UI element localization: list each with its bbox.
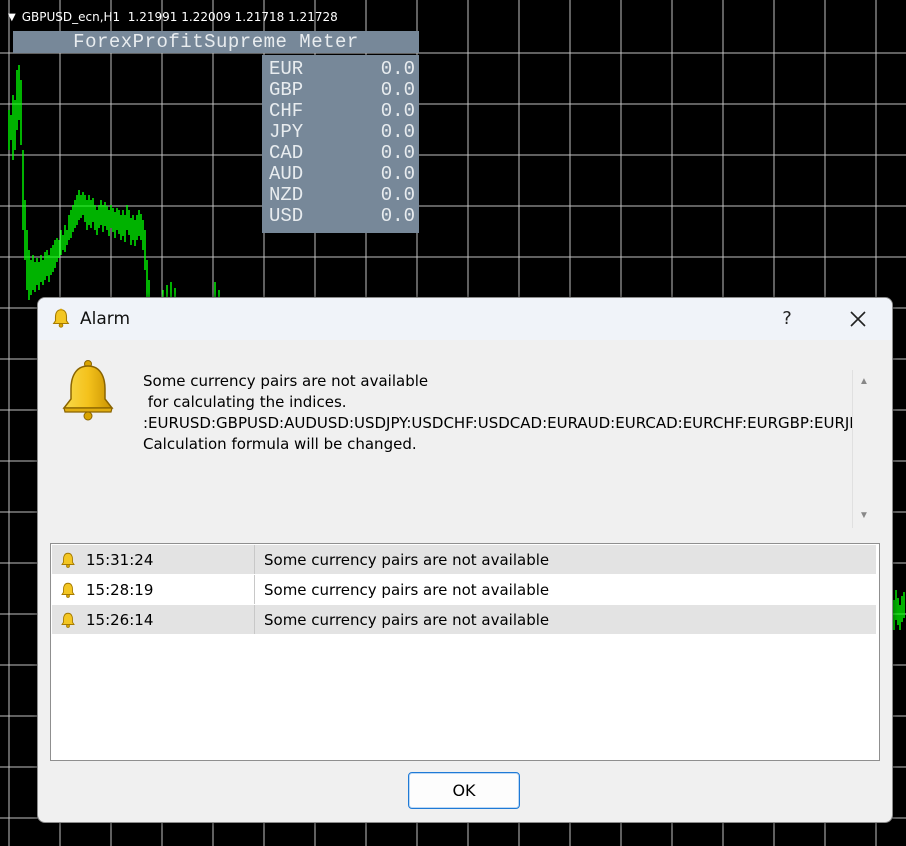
log-row[interactable]: 15:26:14 Some currency pairs are not ava… <box>52 605 876 634</box>
message-scrollbar[interactable]: ▲ ▼ <box>852 370 878 528</box>
log-row[interactable]: 15:31:24 Some currency pairs are not ava… <box>52 545 876 574</box>
meter-row-cad: CAD 0.0 <box>262 143 419 164</box>
meter-currency: JPY <box>269 121 304 143</box>
meter-row-jpy: JPY 0.0 <box>262 122 419 143</box>
dropdown-triangle-icon[interactable]: ▼ <box>8 12 16 23</box>
meter-value: 0.0 <box>380 58 415 80</box>
meter-title: ForexProfitSupreme Meter <box>13 31 419 53</box>
alarm-message: Some currency pairs are not available fo… <box>143 371 853 461</box>
bell-icon <box>61 582 75 598</box>
dialog-titlebar[interactable]: Alarm ? <box>38 298 892 340</box>
dialog-title: Alarm <box>80 309 131 329</box>
bell-icon <box>52 308 70 328</box>
symbol-header[interactable]: ▼ GBPUSD_ecn,H1 1.21991 1.22009 1.21718 … <box>8 10 338 24</box>
meter-value: 0.0 <box>380 142 415 164</box>
meter-value: 0.0 <box>380 100 415 122</box>
alarm-bell-icon <box>62 360 114 421</box>
meter-row-chf: CHF 0.0 <box>262 101 419 122</box>
close-button[interactable] <box>838 298 878 340</box>
meter-value: 0.0 <box>380 121 415 143</box>
meter-value: 0.0 <box>380 184 415 206</box>
meter-currency: AUD <box>269 163 304 185</box>
log-time-cell: 15:28:19 <box>52 575 255 604</box>
log-time: 15:31:24 <box>86 550 154 569</box>
meter-row-nzd: NZD 0.0 <box>262 185 419 206</box>
scroll-up-arrow-icon[interactable]: ▲ <box>859 376 869 387</box>
bell-icon <box>61 552 75 568</box>
log-time: 15:28:19 <box>86 580 154 599</box>
meter-value: 0.0 <box>380 79 415 101</box>
log-time-cell: 15:26:14 <box>52 605 255 634</box>
alarm-log-list[interactable]: 15:31:24 Some currency pairs are not ava… <box>50 543 880 761</box>
meter-currency: GBP <box>269 79 304 101</box>
meter-value: 0.0 <box>380 163 415 185</box>
log-time: 15:26:14 <box>86 610 154 629</box>
scroll-down-arrow-icon[interactable]: ▼ <box>859 510 869 521</box>
message-line: Calculation formula will be changed. <box>143 435 417 453</box>
message-line: for calculating the indices. <box>143 393 347 411</box>
alarm-dialog: Alarm ? Some currency pairs are not avai… <box>37 297 893 823</box>
ok-button[interactable]: OK <box>408 772 520 809</box>
symbol-info: GBPUSD_ecn,H1 1.21991 1.22009 1.21718 1.… <box>21 10 338 24</box>
message-line: :EURUSD:GBPUSD:AUDUSD:USDJPY:USDCHF:USDC… <box>143 414 853 432</box>
meter-row-eur: EUR 0.0 <box>262 59 419 80</box>
meter-currency: CHF <box>269 100 304 122</box>
meter-currency: USD <box>269 205 304 227</box>
bell-icon <box>61 612 75 628</box>
log-message: Some currency pairs are not available <box>264 550 550 569</box>
help-button[interactable]: ? <box>770 298 804 340</box>
meter-row-gbp: GBP 0.0 <box>262 80 419 101</box>
message-line: Some currency pairs are not available <box>143 372 429 390</box>
log-message: Some currency pairs are not available <box>264 610 550 629</box>
scrollbar-track <box>852 370 853 528</box>
meter-table: EUR 0.0 GBP 0.0 CHF 0.0 JPY 0.0 CAD 0.0 AUD 0.… <box>262 55 419 233</box>
meter-row-usd: USD 0.0 <box>262 206 419 227</box>
meter-currency: NZD <box>269 184 304 206</box>
meter-currency: CAD <box>269 142 304 164</box>
close-icon <box>850 311 866 327</box>
log-row[interactable]: 15:28:19 Some currency pairs are not ava… <box>52 575 876 604</box>
log-message: Some currency pairs are not available <box>264 580 550 599</box>
meter-currency: EUR <box>269 58 304 80</box>
meter-row-aud: AUD 0.0 <box>262 164 419 185</box>
log-time-cell: 15:31:24 <box>52 545 255 574</box>
meter-value: 0.0 <box>380 205 415 227</box>
